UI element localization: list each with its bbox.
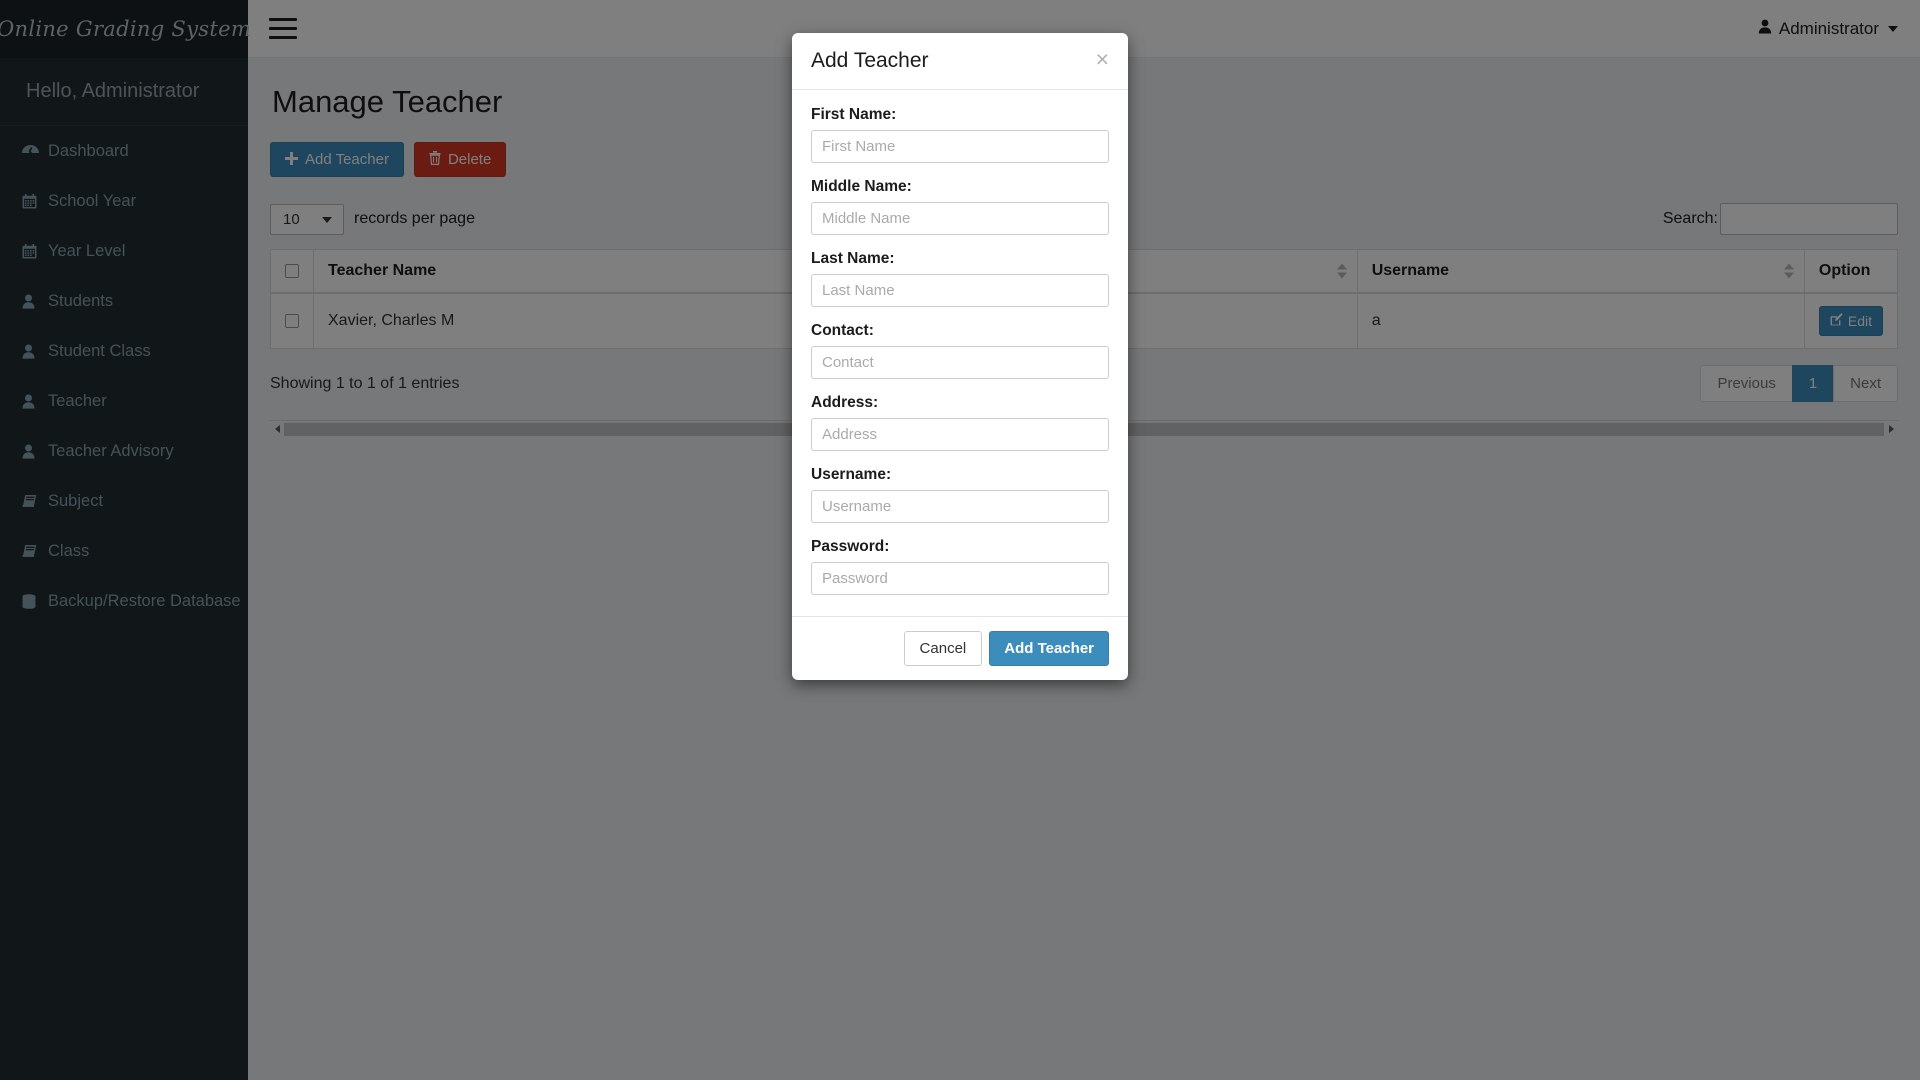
form-group-username: Username: [811, 466, 1109, 523]
form-group-contact: Contact: [811, 322, 1109, 379]
form-group-middle-name: Middle Name: [811, 178, 1109, 235]
contact-input[interactable] [811, 346, 1109, 379]
modal-body: First Name: Middle Name: Last Name: Contact… [792, 90, 1128, 616]
label-contact: Contact: [811, 322, 874, 339]
label-middle-name: Middle Name: [811, 178, 912, 195]
label-last-name: Last Name: [811, 250, 895, 267]
label-first-name: First Name: [811, 106, 897, 123]
add-teacher-modal: Add Teacher × First Name: Middle Name: Las… [792, 33, 1128, 680]
modal-header: Add Teacher × [792, 33, 1128, 90]
app-root: Online Grading System Hello, Administrat… [0, 0, 1920, 1080]
password-input[interactable] [811, 562, 1109, 595]
label-username: Username: [811, 466, 892, 483]
form-group-password: Password: [811, 538, 1109, 595]
form-group-address: Address: [811, 394, 1109, 451]
username-input[interactable] [811, 490, 1109, 523]
label-password: Password: [811, 538, 890, 555]
submit-add-teacher-button[interactable]: Add Teacher [989, 631, 1109, 666]
last-name-input[interactable] [811, 274, 1109, 307]
label-address: Address: [811, 394, 879, 411]
form-group-last-name: Last Name: [811, 250, 1109, 307]
address-input[interactable] [811, 418, 1109, 451]
modal-title: Add Teacher [811, 49, 929, 72]
close-icon[interactable]: × [1096, 47, 1109, 70]
form-group-first-name: First Name: [811, 106, 1109, 163]
modal-footer: Cancel Add Teacher [792, 616, 1128, 680]
first-name-input[interactable] [811, 130, 1109, 163]
cancel-button[interactable]: Cancel [903, 631, 983, 666]
middle-name-input[interactable] [811, 202, 1109, 235]
